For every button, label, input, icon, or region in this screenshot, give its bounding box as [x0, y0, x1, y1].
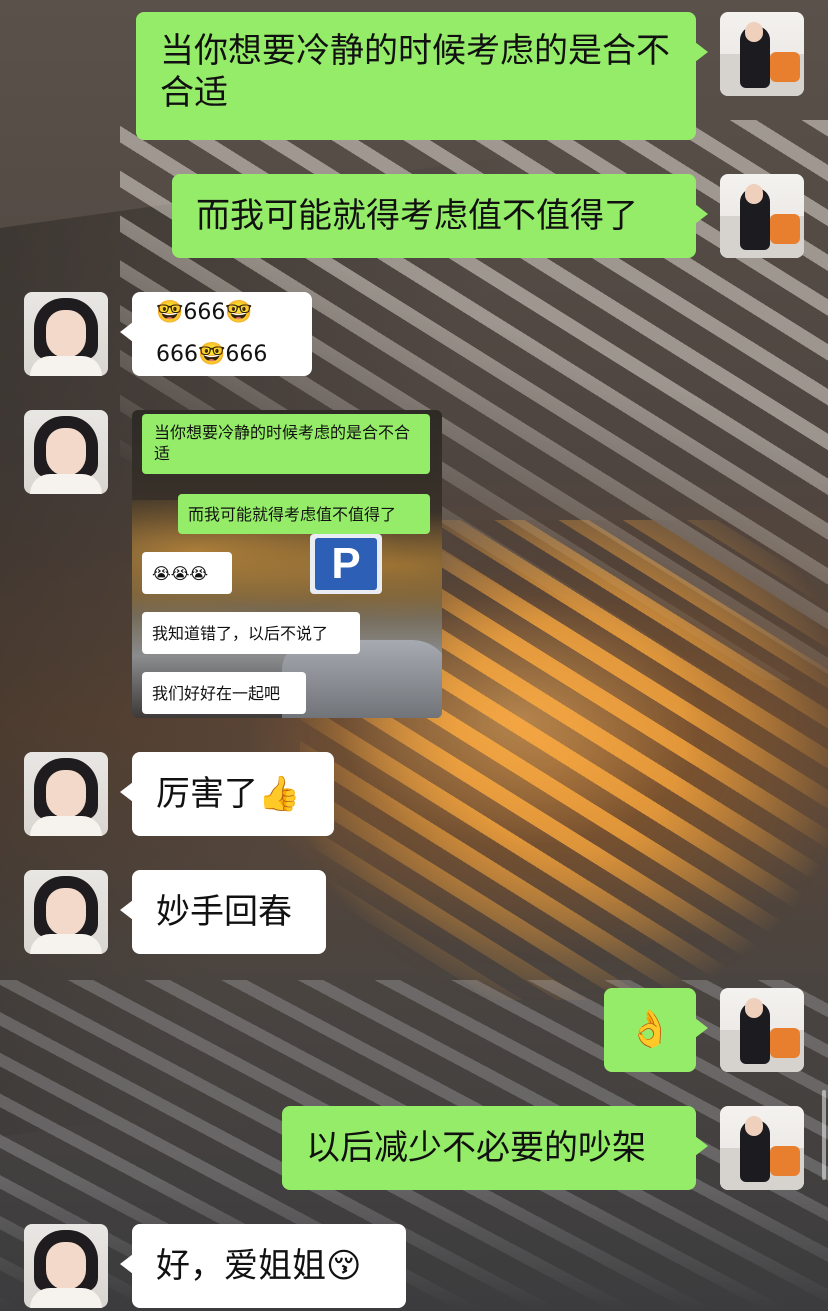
self-avatar[interactable] [720, 1106, 804, 1190]
embedded-message: 😭😭😭 [142, 552, 232, 594]
embedded-message: 而我可能就得考虑值不值得了 [178, 494, 430, 534]
message-text: 好，爱姐姐😚 [156, 1246, 362, 1286]
contact-avatar[interactable] [24, 870, 108, 954]
parking-sign-letter: P [315, 538, 377, 590]
message-bubble[interactable]: 🤓666🤓666🤓666 [120, 292, 312, 376]
image-message[interactable]: P 当你想要冷静的时候考虑的是合不合适 而我可能就得考虑值不值得了 😭😭😭 我知… [132, 410, 442, 718]
message-text: 当你想要冷静的时候考虑的是合不合适 [160, 31, 670, 113]
self-avatar[interactable] [720, 12, 804, 96]
message-text: 妙手回春 [156, 892, 292, 932]
contact-avatar[interactable] [24, 1224, 108, 1308]
message-bubble[interactable]: 妙手回春 [120, 870, 326, 954]
message-text: 厉害了👍 [156, 774, 301, 814]
message-text: 以后减少不必要的吵架 [306, 1128, 646, 1168]
embedded-message: 我知道错了，以后不说了 [142, 612, 360, 654]
message-bubble[interactable]: 👌 [604, 988, 708, 1072]
contact-avatar[interactable] [24, 752, 108, 836]
scrollbar[interactable] [822, 1090, 826, 1180]
embedded-message: 当你想要冷静的时候考虑的是合不合适 [142, 414, 430, 474]
self-avatar[interactable] [720, 174, 804, 258]
message-text: 👌 [627, 1009, 673, 1050]
embedded-message: 我们好好在一起吧 [142, 672, 306, 714]
message-bubble[interactable]: 厉害了👍 [120, 752, 334, 836]
message-bubble[interactable]: 好，爱姐姐😚 [120, 1224, 406, 1308]
message-text: 而我可能就得考虑值不值得了 [196, 196, 638, 236]
contact-avatar[interactable] [24, 410, 108, 494]
contact-avatar[interactable] [24, 292, 108, 376]
message-bubble[interactable]: 而我可能就得考虑值不值得了 [172, 174, 708, 258]
self-avatar[interactable] [720, 988, 804, 1072]
message-bubble[interactable]: 以后减少不必要的吵架 [282, 1106, 708, 1190]
message-bubble[interactable]: 当你想要冷静的时候考虑的是合不合适 [136, 12, 708, 140]
message-text: 🤓666🤓666🤓666 [156, 300, 268, 367]
